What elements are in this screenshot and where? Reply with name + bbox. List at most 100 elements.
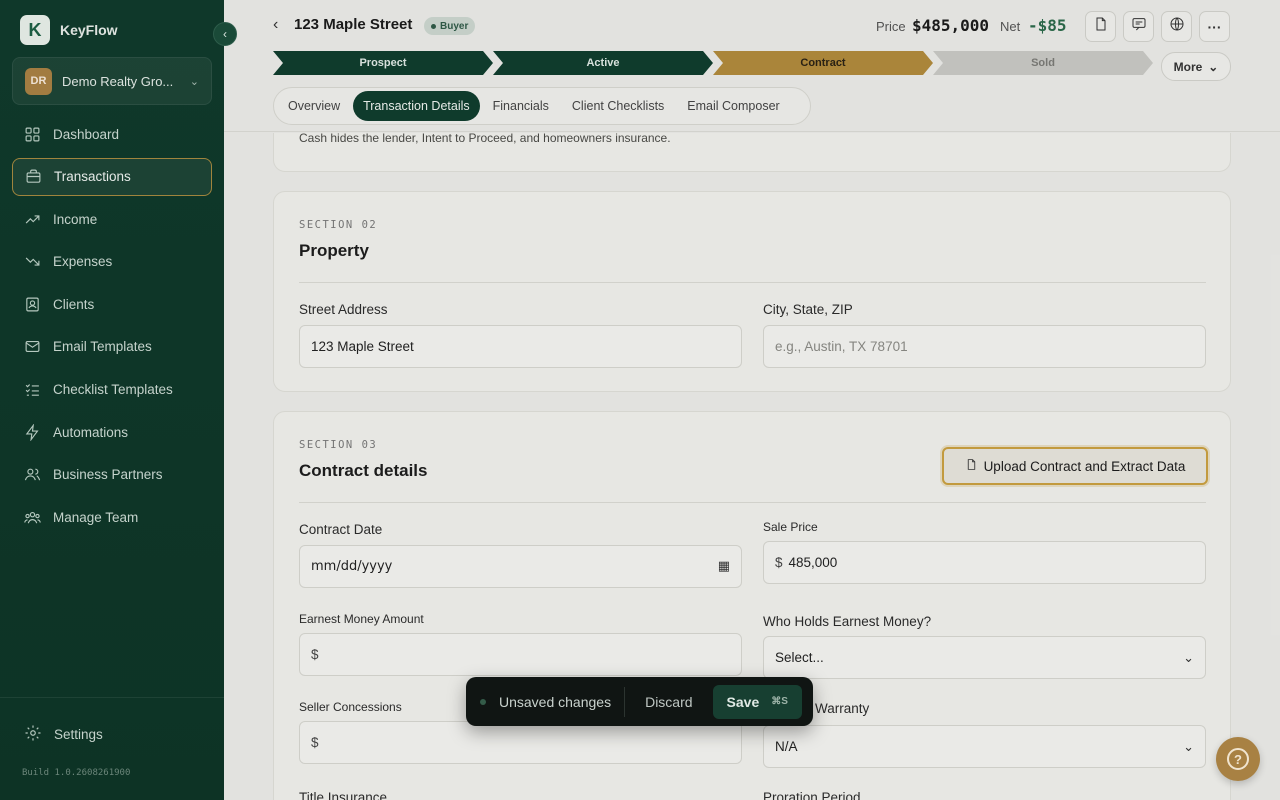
bolt-icon [24, 423, 41, 441]
overflow-menu-button[interactable]: ··· [1199, 11, 1230, 42]
net-label: Net [1000, 19, 1021, 34]
collapse-sidebar-button[interactable]: ‹ [213, 22, 237, 46]
save-shortcut: ⌘S [771, 696, 788, 707]
net-value: -$85 [1028, 16, 1067, 35]
section-divider [299, 282, 1206, 283]
sidebar-item-expenses[interactable]: Expenses [12, 243, 212, 281]
warranty-select[interactable]: N/A ⌄ [763, 725, 1206, 768]
earnest-holder-label: Who Holds Earnest Money? [763, 614, 932, 629]
sidebar-item-dashboard[interactable]: Dashboard [12, 115, 212, 153]
team-icon [24, 509, 41, 526]
upload-contract-button[interactable]: Upload Contract and Extract Data [942, 447, 1208, 485]
sidebar-item-manage-team[interactable]: Manage Team [12, 498, 212, 536]
sidebar-item-label: Expenses [53, 254, 113, 270]
notes-button[interactable] [1123, 11, 1154, 42]
proration-period-label: Proration Period [763, 790, 861, 800]
sidebar-item-income[interactable]: Income [12, 200, 212, 238]
sidebar-item-label: Income [53, 211, 98, 227]
trending-up-icon [24, 211, 41, 228]
tab-client-checklists[interactable]: Client Checklists [562, 91, 674, 121]
contacts-icon [24, 296, 41, 313]
app-name: KeyFlow [60, 22, 118, 38]
briefcase-icon [25, 168, 42, 185]
save-label: Save [726, 693, 760, 710]
section-label: SECTION 03 [299, 439, 378, 451]
org-avatar: DR [25, 67, 52, 95]
stage-active[interactable]: Active [493, 51, 713, 75]
sale-price-value: 485,000 [788, 555, 838, 570]
org-switcher[interactable]: DR Demo Realty Gro... ⌄ [12, 57, 212, 105]
tab-overview[interactable]: Overview [278, 91, 350, 121]
seller-concessions-input[interactable]: $ [299, 721, 742, 764]
sidebar-item-email-templates[interactable]: Email Templates [12, 328, 212, 366]
earnest-holder-select[interactable]: Select... ⌄ [763, 636, 1206, 679]
chevron-down-icon: ⌄ [1183, 738, 1194, 754]
tab-financials[interactable]: Financials [483, 91, 559, 121]
sidebar-item-label: Settings [54, 727, 103, 742]
section-title: Property [299, 241, 369, 260]
ellipsis-icon: ··· [1207, 18, 1222, 35]
sidebar-item-label: Dashboard [53, 126, 120, 142]
sidebar-item-checklist-templates[interactable]: Checklist Templates [12, 371, 212, 409]
sidebar-item-label: Clients [53, 296, 95, 312]
street-address-input[interactable]: 123 Maple Street [299, 325, 742, 368]
unsaved-changes-text: Unsaved changes [499, 693, 612, 710]
document-button[interactable] [1085, 11, 1116, 42]
chevron-left-icon: ‹ [273, 16, 279, 33]
property-section-card: SECTION 02 Property Street Address 123 M… [273, 191, 1231, 392]
globe-button[interactable] [1161, 11, 1192, 42]
city-state-zip-label: City, State, ZIP [763, 302, 853, 317]
dashboard-icon [24, 126, 41, 143]
tab-email-composer[interactable]: Email Composer [677, 91, 789, 121]
tab-bar: Overview Transaction Details Financials … [273, 87, 811, 125]
currency-prefix: $ [311, 647, 319, 662]
sidebar-item-settings[interactable]: Settings [24, 724, 103, 745]
back-button[interactable]: ‹ [273, 16, 278, 34]
chevron-down-icon: ⌄ [1183, 649, 1194, 665]
city-state-zip-placeholder: e.g., Austin, TX 78701 [775, 339, 908, 354]
app-logo: K [20, 15, 50, 45]
section-label: SECTION 02 [299, 219, 378, 231]
sidebar-item-label: Email Templates [53, 339, 152, 355]
earnest-holder-value: Select... [775, 650, 824, 665]
sidebar-item-label: Manage Team [53, 509, 139, 525]
sidebar-item-clients[interactable]: Clients [12, 285, 212, 323]
currency-prefix: $ [775, 555, 783, 570]
message-icon [1131, 16, 1147, 37]
chevron-down-icon: ⌄ [189, 75, 199, 88]
stage-contract[interactable]: Contract [713, 51, 933, 75]
earnest-money-input[interactable]: $ [299, 633, 742, 676]
tab-transaction-details[interactable]: Transaction Details [353, 91, 480, 121]
more-stages-button[interactable]: More ⌄ [1161, 52, 1231, 81]
mail-icon [24, 338, 41, 355]
page-header: ‹ 123 Maple Street Buyer Price $485,000 … [224, 0, 1280, 132]
sidebar-item-label: Business Partners [53, 467, 163, 483]
sidebar-item-transactions[interactable]: Transactions [12, 157, 212, 196]
currency-prefix: $ [311, 735, 319, 750]
globe-icon [1169, 16, 1185, 37]
price-value: $485,000 [912, 16, 990, 35]
contract-date-value: mm/dd/yyyy [311, 559, 393, 574]
contract-date-input[interactable]: mm/dd/yyyy ▦ [299, 545, 742, 588]
earnest-money-label: Earnest Money Amount [299, 612, 424, 626]
section-1-card: Cash hides the lender, Intent to Proceed… [273, 133, 1231, 172]
sale-price-input[interactable]: $ 485,000 [763, 541, 1206, 584]
stage-sold[interactable]: Sold [933, 51, 1153, 75]
calendar-icon[interactable]: ▦ [718, 559, 730, 574]
save-button[interactable]: Save ⌘S [712, 684, 802, 719]
warranty-value: N/A [775, 739, 798, 754]
partners-icon [24, 466, 41, 483]
seller-concessions-label: Seller Concessions [299, 700, 402, 714]
sidebar-item-automations[interactable]: Automations [12, 413, 212, 451]
status-dot-icon [431, 23, 436, 29]
brand[interactable]: K KeyFlow [20, 15, 118, 45]
checklist-icon [24, 381, 41, 398]
document-icon [1093, 16, 1109, 37]
help-icon: ? [1227, 748, 1249, 770]
upload-contract-label: Upload Contract and Extract Data [983, 458, 1186, 474]
city-state-zip-input[interactable]: e.g., Austin, TX 78701 [763, 325, 1206, 368]
help-button[interactable]: ? [1216, 737, 1260, 781]
sidebar-item-business-partners[interactable]: Business Partners [12, 456, 212, 494]
stage-prospect[interactable]: Prospect [273, 51, 493, 75]
discard-button[interactable]: Discard [645, 694, 692, 710]
